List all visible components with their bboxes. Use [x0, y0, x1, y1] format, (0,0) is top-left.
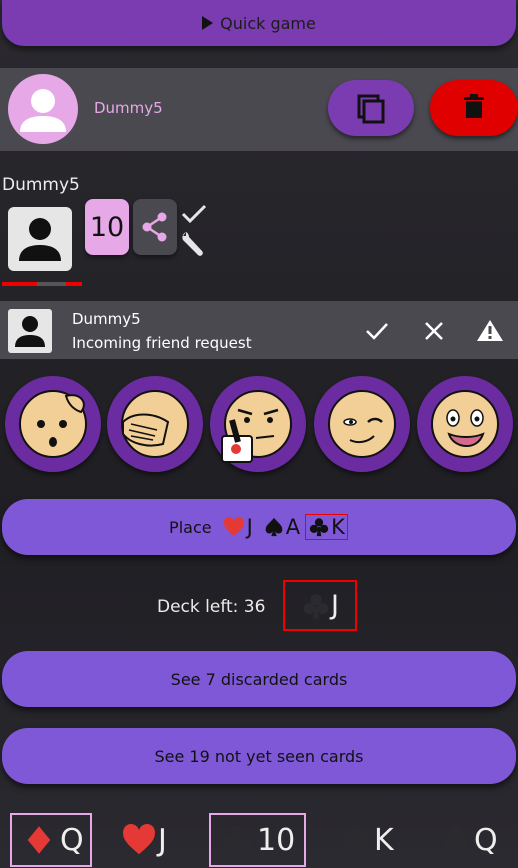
wrench-icon [182, 232, 203, 256]
card-rank: J [158, 822, 167, 858]
spade-icon [438, 821, 474, 859]
friend-request-name: Dummy5 [72, 310, 141, 328]
deck-left-label: Deck left: 36 [157, 597, 266, 617]
card-rank: K [331, 515, 345, 539]
confused-face-icon [19, 390, 87, 458]
card-rank: J [246, 515, 253, 539]
copy-button[interactable] [328, 80, 414, 136]
hand-card[interactable]: K [338, 813, 408, 867]
hand-card[interactable]: J [120, 813, 190, 867]
card-rank: K [374, 822, 394, 858]
friend-request-row: Dummy5 Incoming friend request [0, 301, 518, 359]
place-card-highlighted: K [305, 514, 348, 540]
friend-request-message: Incoming friend request [72, 334, 252, 352]
share-button[interactable] [133, 199, 177, 255]
person-icon [20, 89, 66, 132]
place-cards-button[interactable]: Place J A K [2, 499, 516, 555]
emote-shocked-button[interactable] [417, 376, 513, 472]
spade-icon [263, 516, 285, 538]
user-name: Dummy5 [94, 99, 163, 117]
facepalm-face-icon [121, 390, 189, 458]
checkmark-icon [181, 204, 207, 224]
card-rank: A [285, 515, 301, 539]
player-timer-bar [2, 282, 82, 286]
player-name: Dummy5 [2, 175, 80, 195]
place-label: Place [169, 517, 212, 537]
avatar [8, 74, 78, 144]
see-discarded-label: See 7 discarded cards [170, 669, 348, 689]
winking-face-icon [328, 390, 396, 458]
trash-icon [464, 94, 484, 118]
player-score-badge: 10 [85, 199, 129, 255]
quick-game-button[interactable]: Quick game [2, 0, 516, 46]
see-discarded-button[interactable]: See 7 discarded cards [2, 651, 516, 707]
card-rank: Q [474, 822, 498, 858]
card-rank: 10 [257, 822, 296, 858]
club-icon [308, 516, 330, 538]
pointing-face-icon [221, 390, 292, 463]
accept-check-icon[interactable] [364, 320, 390, 342]
see-not-seen-label: See 19 not yet seen cards [154, 746, 364, 766]
emote-facepalm-button[interactable] [107, 376, 203, 472]
place-card: J [222, 515, 253, 539]
player-avatar[interactable] [8, 207, 72, 271]
decline-close-icon[interactable] [423, 320, 445, 342]
place-card: A [263, 515, 300, 539]
person-icon [15, 316, 45, 347]
share-icon [142, 212, 167, 242]
emote-pointing-button[interactable] [210, 376, 306, 472]
spade-icon [338, 821, 374, 859]
shocked-face-icon [431, 390, 499, 458]
card-rank: J [331, 590, 339, 621]
club-icon [219, 822, 255, 858]
quick-game-label: Quick game [220, 13, 316, 33]
person-icon [19, 218, 61, 261]
deck-top-card: J [283, 580, 357, 631]
emote-wink-button[interactable] [314, 376, 410, 472]
user-row: Dummy5 [0, 68, 518, 151]
heart-icon [222, 515, 246, 539]
hand-card[interactable]: 10 [209, 813, 306, 867]
hand-card[interactable]: Q [10, 813, 92, 867]
report-warning-icon[interactable] [476, 318, 504, 342]
card-rank: Q [60, 822, 84, 858]
delete-button[interactable] [430, 80, 518, 136]
see-not-seen-button[interactable]: See 19 not yet seen cards [2, 728, 516, 784]
club-icon [301, 591, 331, 621]
diamond-icon [24, 823, 54, 857]
hand-card[interactable]: Q [438, 813, 514, 867]
friend-avatar [8, 309, 52, 353]
play-icon [202, 16, 214, 30]
heart-icon [120, 821, 158, 859]
copy-icon [357, 94, 385, 124]
emote-confused-button[interactable] [5, 376, 101, 472]
